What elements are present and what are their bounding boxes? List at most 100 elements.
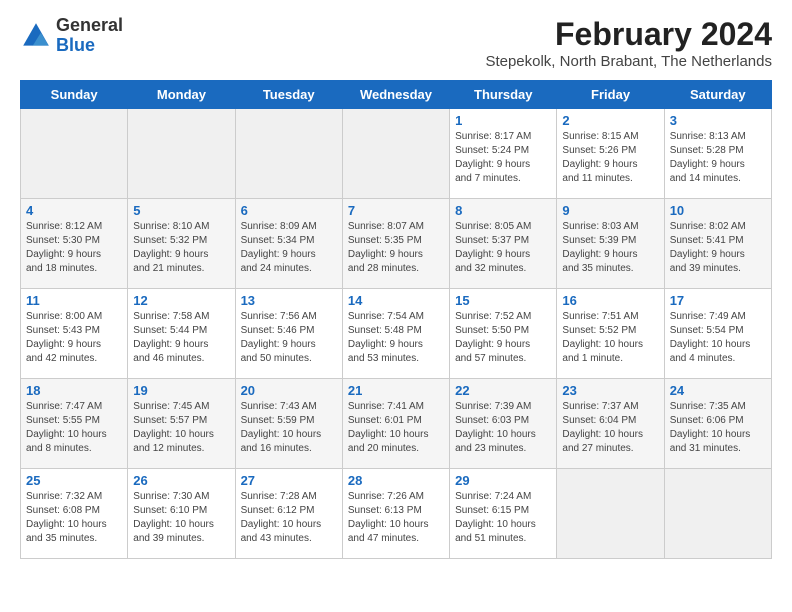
calendar-cell [342, 109, 449, 199]
day-info: Sunrise: 7:32 AM Sunset: 6:08 PM Dayligh… [26, 490, 122, 546]
calendar-cell: 17 Sunrise: 7:49 AM Sunset: 5:54 PM Dayli… [664, 289, 771, 379]
day-number: 17 [670, 293, 766, 308]
calendar-table: SundayMondayTuesdayWednesdayThursdayFrid… [20, 80, 772, 559]
calendar-cell [235, 109, 342, 199]
calendar-cell: 2 Sunrise: 8:15 AM Sunset: 5:26 PM Daylig… [557, 109, 664, 199]
calendar-cell [557, 469, 664, 559]
calendar-cell: 25 Sunrise: 7:32 AM Sunset: 6:08 PM Dayli… [21, 469, 128, 559]
week-row-4: 18 Sunrise: 7:47 AM Sunset: 5:55 PM Dayli… [21, 379, 772, 469]
calendar-cell [128, 109, 235, 199]
day-number: 26 [133, 473, 229, 488]
calendar-cell: 27 Sunrise: 7:28 AM Sunset: 6:12 PM Dayli… [235, 469, 342, 559]
day-info: Sunrise: 7:24 AM Sunset: 6:15 PM Dayligh… [455, 490, 551, 546]
location-subtitle: Stepekolk, North Brabant, The Netherland… [485, 53, 772, 70]
day-number: 29 [455, 473, 551, 488]
calendar-cell: 10 Sunrise: 8:02 AM Sunset: 5:41 PM Dayli… [664, 199, 771, 289]
calendar-cell: 1 Sunrise: 8:17 AM Sunset: 5:24 PM Daylig… [450, 109, 557, 199]
day-number: 5 [133, 203, 229, 218]
calendar-cell: 23Sunrise: 7:37 AM Sunset: 6:04 PM Dayli… [557, 379, 664, 469]
calendar-cell: 14 Sunrise: 7:54 AM Sunset: 5:48 PM Dayli… [342, 289, 449, 379]
calendar-cell: 20Sunrise: 7:43 AM Sunset: 5:59 PM Dayli… [235, 379, 342, 469]
logo-icon [20, 20, 52, 52]
day-number: 19 [133, 383, 229, 398]
calendar-cell: 8 Sunrise: 8:05 AM Sunset: 5:37 PM Daylig… [450, 199, 557, 289]
day-number: 14 [348, 293, 444, 308]
day-number: 8 [455, 203, 551, 218]
calendar-cell: 24 Sunrise: 7:35 AM Sunset: 6:06 PM Dayli… [664, 379, 771, 469]
weekday-header-thursday: Thursday [450, 81, 557, 109]
day-number: 2 [562, 113, 658, 128]
calendar-cell: 18 Sunrise: 7:47 AM Sunset: 5:55 PM Dayli… [21, 379, 128, 469]
day-number: 27 [241, 473, 337, 488]
logo: General Blue [20, 16, 123, 56]
day-number: 25 [26, 473, 122, 488]
week-row-5: 25 Sunrise: 7:32 AM Sunset: 6:08 PM Dayli… [21, 469, 772, 559]
weekday-header-sunday: Sunday [21, 81, 128, 109]
calendar-cell: 16 Sunrise: 7:51 AM Sunset: 5:52 PM Dayli… [557, 289, 664, 379]
day-info: Sunrise: 7:37 AM Sunset: 6:04 PM Dayligh… [562, 400, 658, 456]
logo-text: General Blue [56, 16, 123, 56]
day-number: 12 [133, 293, 229, 308]
day-info: Sunrise: 7:49 AM Sunset: 5:54 PM Dayligh… [670, 310, 766, 366]
calendar-cell: 9Sunrise: 8:03 AM Sunset: 5:39 PM Daylig… [557, 199, 664, 289]
day-info: Sunrise: 7:35 AM Sunset: 6:06 PM Dayligh… [670, 400, 766, 456]
day-info: Sunrise: 8:13 AM Sunset: 5:28 PM Dayligh… [670, 130, 766, 186]
day-info: Sunrise: 7:52 AM Sunset: 5:50 PM Dayligh… [455, 310, 551, 366]
day-number: 11 [26, 293, 122, 308]
day-number: 6 [241, 203, 337, 218]
day-number: 22 [455, 383, 551, 398]
day-info: Sunrise: 8:09 AM Sunset: 5:34 PM Dayligh… [241, 220, 337, 276]
day-number: 16 [562, 293, 658, 308]
day-info: Sunrise: 7:41 AM Sunset: 6:01 PM Dayligh… [348, 400, 444, 456]
calendar-cell: 3 Sunrise: 8:13 AM Sunset: 5:28 PM Daylig… [664, 109, 771, 199]
calendar-cell: 21 Sunrise: 7:41 AM Sunset: 6:01 PM Dayli… [342, 379, 449, 469]
calendar-cell: 19Sunrise: 7:45 AM Sunset: 5:57 PM Dayli… [128, 379, 235, 469]
day-number: 28 [348, 473, 444, 488]
day-info: Sunrise: 8:15 AM Sunset: 5:26 PM Dayligh… [562, 130, 658, 186]
day-info: Sunrise: 8:00 AM Sunset: 5:43 PM Dayligh… [26, 310, 122, 366]
calendar-cell [664, 469, 771, 559]
day-info: Sunrise: 7:58 AM Sunset: 5:44 PM Dayligh… [133, 310, 229, 366]
weekday-header-row: SundayMondayTuesdayWednesdayThursdayFrid… [21, 81, 772, 109]
header: General Blue February 2024 Stepekolk, No… [20, 16, 772, 70]
day-info: Sunrise: 8:07 AM Sunset: 5:35 PM Dayligh… [348, 220, 444, 276]
day-info: Sunrise: 7:26 AM Sunset: 6:13 PM Dayligh… [348, 490, 444, 546]
calendar-cell: 5Sunrise: 8:10 AM Sunset: 5:32 PM Daylig… [128, 199, 235, 289]
day-number: 24 [670, 383, 766, 398]
day-info: Sunrise: 8:12 AM Sunset: 5:30 PM Dayligh… [26, 220, 122, 276]
calendar-cell: 26Sunrise: 7:30 AM Sunset: 6:10 PM Dayli… [128, 469, 235, 559]
day-number: 9 [562, 203, 658, 218]
day-number: 21 [348, 383, 444, 398]
day-info: Sunrise: 8:05 AM Sunset: 5:37 PM Dayligh… [455, 220, 551, 276]
day-info: Sunrise: 7:39 AM Sunset: 6:03 PM Dayligh… [455, 400, 551, 456]
calendar-cell: 29 Sunrise: 7:24 AM Sunset: 6:15 PM Dayli… [450, 469, 557, 559]
weekday-header-wednesday: Wednesday [342, 81, 449, 109]
day-number: 3 [670, 113, 766, 128]
day-number: 18 [26, 383, 122, 398]
calendar-cell: 15 Sunrise: 7:52 AM Sunset: 5:50 PM Dayli… [450, 289, 557, 379]
calendar-cell: 12 Sunrise: 7:58 AM Sunset: 5:44 PM Dayli… [128, 289, 235, 379]
day-number: 7 [348, 203, 444, 218]
day-number: 1 [455, 113, 551, 128]
day-number: 20 [241, 383, 337, 398]
weekday-header-friday: Friday [557, 81, 664, 109]
day-number: 4 [26, 203, 122, 218]
day-info: Sunrise: 8:02 AM Sunset: 5:41 PM Dayligh… [670, 220, 766, 276]
week-row-3: 11 Sunrise: 8:00 AM Sunset: 5:43 PM Dayli… [21, 289, 772, 379]
day-number: 15 [455, 293, 551, 308]
calendar-cell: 7 Sunrise: 8:07 AM Sunset: 5:35 PM Daylig… [342, 199, 449, 289]
weekday-header-saturday: Saturday [664, 81, 771, 109]
day-info: Sunrise: 7:54 AM Sunset: 5:48 PM Dayligh… [348, 310, 444, 366]
calendar-cell: 28 Sunrise: 7:26 AM Sunset: 6:13 PM Dayli… [342, 469, 449, 559]
day-number: 13 [241, 293, 337, 308]
day-info: Sunrise: 7:51 AM Sunset: 5:52 PM Dayligh… [562, 310, 658, 366]
calendar-cell: 13Sunrise: 7:56 AM Sunset: 5:46 PM Dayli… [235, 289, 342, 379]
calendar-cell: 11 Sunrise: 8:00 AM Sunset: 5:43 PM Dayli… [21, 289, 128, 379]
day-info: Sunrise: 7:28 AM Sunset: 6:12 PM Dayligh… [241, 490, 337, 546]
day-number: 10 [670, 203, 766, 218]
calendar-cell: 6 Sunrise: 8:09 AM Sunset: 5:34 PM Daylig… [235, 199, 342, 289]
month-year-title: February 2024 [485, 16, 772, 53]
week-row-1: 1 Sunrise: 8:17 AM Sunset: 5:24 PM Daylig… [21, 109, 772, 199]
day-info: Sunrise: 7:47 AM Sunset: 5:55 PM Dayligh… [26, 400, 122, 456]
day-info: Sunrise: 8:17 AM Sunset: 5:24 PM Dayligh… [455, 130, 551, 186]
